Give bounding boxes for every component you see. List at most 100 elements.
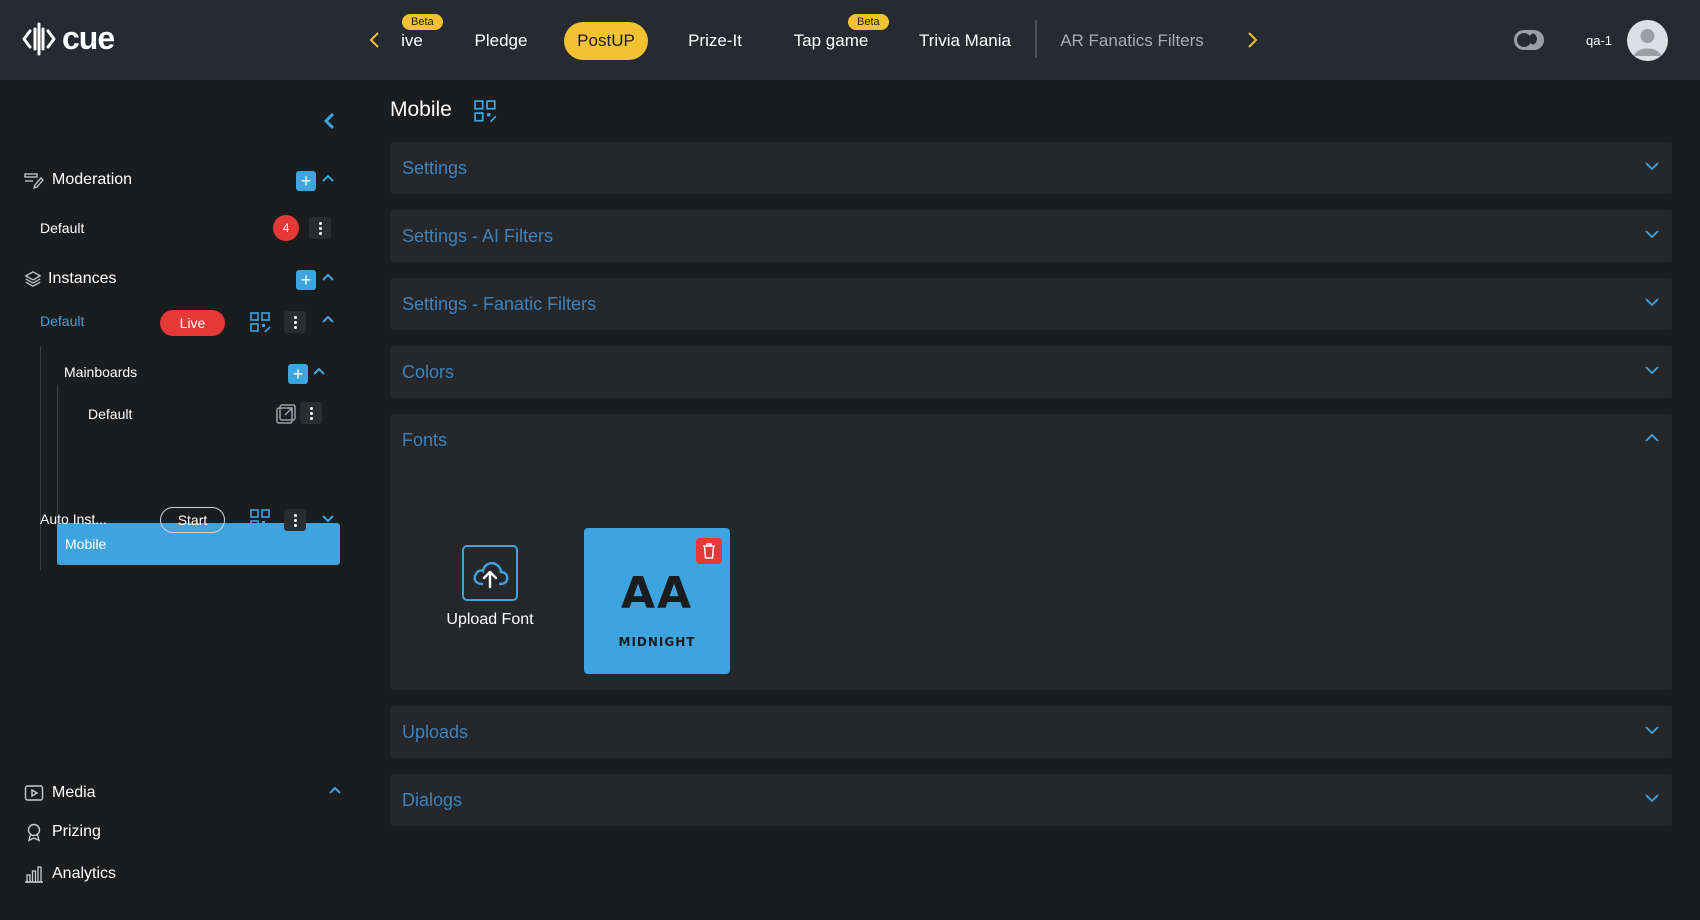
section-uploads[interactable]: Uploads bbox=[390, 706, 1672, 758]
section-title: Dialogs bbox=[402, 790, 463, 810]
delete-font-button[interactable] bbox=[696, 538, 722, 564]
section-title: Settings bbox=[402, 158, 468, 178]
collapse-sidebar-icon[interactable] bbox=[322, 110, 336, 138]
mobile-label: Mobile bbox=[65, 536, 107, 552]
section-dialogs[interactable]: Dialogs bbox=[390, 774, 1672, 826]
tab-prize-it[interactable]: Prize-It bbox=[676, 22, 754, 60]
user-icon bbox=[1634, 29, 1661, 56]
nav-prev-arrow-icon[interactable] bbox=[363, 26, 387, 54]
media-icon bbox=[24, 785, 44, 801]
section-title: Settings - Fanatic Filters bbox=[402, 294, 597, 314]
sidebar-prizing[interactable]: Prizing bbox=[24, 822, 101, 842]
avatar[interactable] bbox=[1627, 20, 1668, 61]
chevron-up-icon[interactable] bbox=[312, 364, 326, 381]
tab-label: ive bbox=[401, 31, 423, 50]
section-colors[interactable]: Colors bbox=[390, 346, 1672, 398]
chevron-down-icon bbox=[1645, 230, 1659, 239]
start-button[interactable]: Start bbox=[160, 507, 225, 533]
sidebar-instances[interactable]: Instances bbox=[24, 270, 116, 288]
tab-live[interactable]: Beta ive bbox=[395, 14, 443, 60]
section-settings-fanatic-filters[interactable]: Settings - Fanatic Filters bbox=[390, 278, 1672, 330]
font-name: MIDNIGHT bbox=[618, 635, 696, 649]
chevron-down-icon bbox=[1645, 366, 1659, 375]
moderation-count-badge: 4 bbox=[273, 215, 299, 241]
qr-code-icon[interactable] bbox=[474, 100, 498, 124]
logo-text: cue bbox=[62, 20, 115, 56]
sidebar-analytics[interactable]: Analytics bbox=[24, 864, 116, 884]
chevron-down-icon bbox=[1645, 162, 1659, 171]
moderation-icon bbox=[24, 173, 44, 190]
section-title: Colors bbox=[402, 362, 455, 382]
auto-instance-menu-button[interactable] bbox=[284, 509, 306, 531]
qr-code-icon[interactable] bbox=[250, 509, 272, 531]
cue-logo-icon bbox=[22, 22, 56, 55]
tab-label: PostUP bbox=[577, 31, 635, 50]
tab-divider bbox=[1035, 20, 1037, 58]
upload-font-button[interactable]: Upload Font bbox=[435, 545, 545, 651]
section-title: Fonts bbox=[402, 430, 448, 450]
upload-font-label: Upload Font bbox=[446, 611, 534, 628]
add-mainboard-button[interactable]: + bbox=[288, 364, 308, 384]
trash-icon bbox=[703, 543, 715, 559]
prizing-label: Prizing bbox=[52, 823, 101, 840]
nav-next-arrow-icon[interactable] bbox=[1240, 26, 1264, 54]
moderation-label: Moderation bbox=[52, 171, 133, 188]
user-name: qa-1 bbox=[1586, 33, 1613, 48]
font-preview: AA bbox=[620, 568, 694, 619]
section-settings-ai-filters[interactable]: Settings - AI Filters bbox=[390, 210, 1672, 262]
page-title: Mobile bbox=[390, 98, 452, 121]
tab-trivia-mania[interactable]: Trivia Mania bbox=[914, 22, 1016, 60]
open-external-icon[interactable] bbox=[275, 403, 297, 425]
chevron-down-icon bbox=[1645, 726, 1659, 735]
chevron-down-icon bbox=[1645, 794, 1659, 803]
bar-chart-icon bbox=[25, 866, 43, 883]
tab-postup[interactable]: PostUP bbox=[564, 22, 648, 60]
moderation-default-menu-button[interactable] bbox=[309, 217, 331, 239]
tab-ar-fanatics-filters[interactable]: AR Fanatics Filters bbox=[1054, 22, 1210, 60]
tab-label: AR Fanatics Filters bbox=[1060, 31, 1204, 50]
theme-toggle[interactable] bbox=[1514, 30, 1544, 50]
live-status-badge: Live bbox=[160, 310, 225, 336]
sidebar: Moderation + Default 4 Instances + Defau… bbox=[0, 80, 364, 920]
add-moderation-button[interactable]: + bbox=[296, 171, 316, 191]
media-label: Media bbox=[52, 784, 96, 801]
tab-label: Tap game bbox=[793, 31, 869, 50]
chevron-up-icon[interactable] bbox=[321, 171, 335, 188]
beta-badge: Beta bbox=[402, 14, 443, 30]
sidebar-media[interactable]: Media bbox=[24, 783, 96, 803]
tab-tap-game[interactable]: Beta Tap game bbox=[788, 14, 889, 60]
instances-label: Instances bbox=[48, 270, 117, 287]
chevron-down-icon bbox=[1645, 298, 1659, 307]
moderation-default[interactable]: Default bbox=[40, 220, 84, 236]
award-icon bbox=[27, 823, 41, 842]
chevron-up-icon bbox=[1645, 433, 1659, 442]
layers-icon bbox=[24, 271, 42, 287]
instance-default-menu-button[interactable] bbox=[284, 311, 306, 333]
instance-default[interactable]: Default bbox=[40, 313, 84, 329]
section-title: Uploads bbox=[402, 722, 469, 742]
font-card[interactable]: AA MIDNIGHT bbox=[584, 528, 730, 674]
mainboard-default[interactable]: Default bbox=[88, 406, 132, 422]
top-bar: cue Beta ive Pledge PostUP Prize-It Beta… bbox=[0, 0, 1700, 80]
chevron-up-icon[interactable] bbox=[321, 270, 335, 287]
logo[interactable]: cue bbox=[22, 20, 115, 57]
fonts-header[interactable]: Fonts bbox=[390, 414, 1672, 466]
chevron-up-icon[interactable] bbox=[321, 312, 335, 329]
section-settings[interactable]: Settings bbox=[390, 142, 1672, 194]
tab-label: Pledge bbox=[474, 31, 528, 50]
chevron-up-icon[interactable] bbox=[328, 783, 342, 800]
auto-instance-label[interactable]: Auto Inst... bbox=[40, 511, 107, 527]
add-instance-button[interactable]: + bbox=[296, 270, 316, 290]
beta-badge: Beta bbox=[848, 14, 889, 30]
tree-line bbox=[40, 346, 41, 570]
tab-label: Prize-It bbox=[688, 31, 742, 50]
tab-pledge[interactable]: Pledge bbox=[462, 22, 540, 60]
mainboard-default-menu-button[interactable] bbox=[300, 402, 322, 424]
section-title: Settings - AI Filters bbox=[402, 226, 554, 246]
cloud-upload-icon bbox=[462, 545, 518, 601]
chevron-down-icon[interactable] bbox=[321, 511, 335, 528]
sidebar-moderation[interactable]: Moderation bbox=[24, 170, 132, 190]
mainboards-label[interactable]: Mainboards bbox=[64, 364, 137, 380]
analytics-label: Analytics bbox=[52, 865, 117, 882]
qr-code-icon[interactable] bbox=[250, 312, 272, 334]
